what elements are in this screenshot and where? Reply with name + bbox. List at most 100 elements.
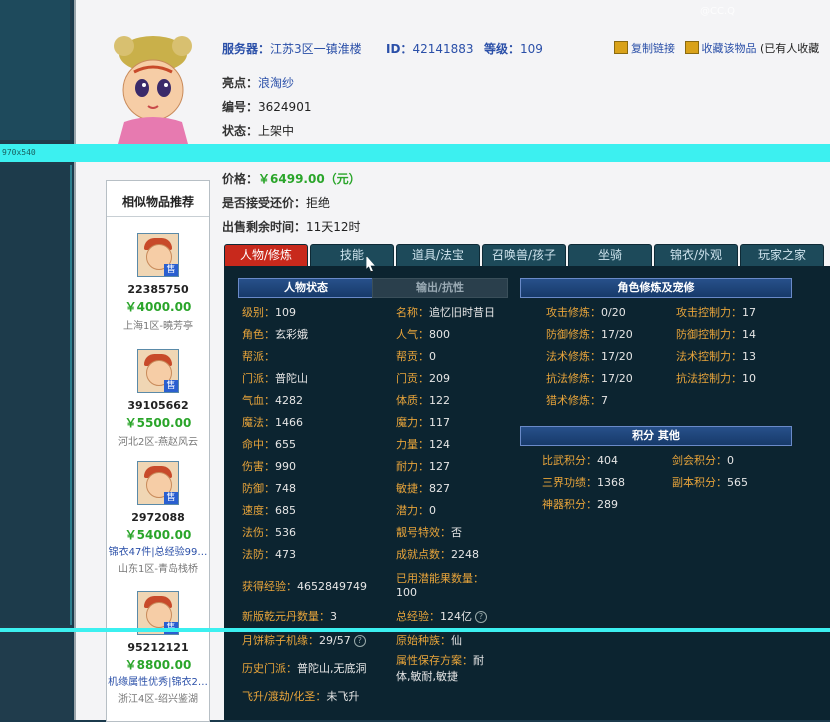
char-status-header[interactable]: 人物状态 bbox=[238, 278, 374, 298]
stat-value: 655 bbox=[275, 438, 296, 451]
stat-value: 追忆旧时昔日 bbox=[429, 306, 495, 319]
stat-row: 抗法控制力：10 bbox=[676, 370, 756, 386]
help-icon[interactable]: ? bbox=[353, 635, 366, 647]
stat-label: 速度： bbox=[242, 504, 275, 517]
history-row: 历史门派：普陀山,无底洞 bbox=[242, 662, 367, 675]
tab-home[interactable]: 玩家之家 bbox=[740, 244, 824, 267]
stat-row: 气血：4282 bbox=[242, 392, 303, 408]
stat-value: 124 bbox=[429, 438, 450, 451]
tab-skills[interactable]: 技能 bbox=[310, 244, 394, 267]
similar-item-extra[interactable]: 机缘属性优秀|锦衣2… bbox=[107, 673, 209, 688]
stat-value: 14 bbox=[742, 328, 756, 341]
stat-row: 法术控制力：13 bbox=[676, 348, 756, 364]
stat-value: 17/20 bbox=[601, 350, 633, 363]
stat-label: 敏捷： bbox=[396, 482, 429, 495]
exp-row: 获得经验：4652849749 bbox=[242, 580, 367, 593]
stat-label: 耐力： bbox=[396, 460, 429, 473]
stat-row: 伤害：990 bbox=[242, 458, 296, 474]
stat-row: 力量：124 bbox=[396, 436, 450, 452]
stat-value: 289 bbox=[597, 498, 618, 511]
stat-row: 速度：685 bbox=[242, 502, 296, 518]
stat-value: 17 bbox=[742, 306, 756, 319]
stat-label: 魔力： bbox=[396, 416, 429, 429]
stat-value: 122 bbox=[429, 394, 450, 407]
stat-value: 13 bbox=[742, 350, 756, 363]
similar-item[interactable]: 售 95212121 ￥8800.00 机缘属性优秀|锦衣2… 浙江4区-绍兴鉴… bbox=[107, 591, 209, 705]
sidebar-title: 相似物品推荐 bbox=[107, 181, 209, 217]
stat-value: 827 bbox=[429, 482, 450, 495]
status-value: 上架中 bbox=[258, 124, 295, 138]
stat-value: 404 bbox=[597, 454, 618, 467]
stat-row: 猎术修炼：7 bbox=[546, 392, 608, 408]
stat-value: 17/20 bbox=[601, 328, 633, 341]
bargain-label: 是否接受还价： bbox=[222, 196, 307, 210]
stat-label: 法术控制力： bbox=[676, 350, 742, 363]
stat-row: 三界功绩：1368 bbox=[542, 474, 625, 490]
highlight-value[interactable]: 浪淘纱 bbox=[258, 76, 294, 90]
similar-item[interactable]: 售 2972088 ￥5400.00 锦衣47件|总经验99… 山东1区-青岛栈… bbox=[107, 461, 209, 575]
stat-value: 0 bbox=[727, 454, 734, 467]
stat-value: 800 bbox=[429, 328, 450, 341]
tab-mounts[interactable]: 坐骑 bbox=[568, 244, 652, 267]
stat-value: 1368 bbox=[597, 476, 625, 489]
tab-character[interactable]: 人物/修炼 bbox=[224, 244, 308, 267]
similar-item[interactable]: 售 22385750 ￥4000.00 上海1区-曉芳亭 bbox=[107, 233, 209, 332]
stat-row: 级别：109 bbox=[242, 304, 296, 320]
level-label: 等级： bbox=[484, 42, 521, 56]
stat-label: 气血： bbox=[242, 394, 275, 407]
stat-label: 门派： bbox=[242, 372, 275, 385]
similar-items-sidebar: 相似物品推荐 售 22385750 ￥4000.00 上海1区-曉芳亭 售 39… bbox=[106, 180, 210, 722]
stat-value: 0 bbox=[429, 504, 436, 517]
stat-label: 法伤： bbox=[242, 526, 275, 539]
similar-item[interactable]: 售 39105662 ￥5500.00 河北2区-燕赵风云 bbox=[107, 349, 209, 448]
stat-label: 体质： bbox=[396, 394, 429, 407]
stat-value: 473 bbox=[275, 548, 296, 561]
stat-value: 否 bbox=[451, 526, 462, 539]
similar-item-server: 山东1区-青岛栈桥 bbox=[118, 564, 198, 575]
stat-label: 帮派： bbox=[242, 350, 275, 363]
header-actions: 复制链接 收藏该物品 (已有人收藏 bbox=[614, 40, 819, 56]
stat-label: 攻击修炼： bbox=[546, 306, 601, 319]
server-value[interactable]: 江苏3区一镇淮楼 bbox=[270, 42, 362, 56]
similar-item-thumbnail[interactable]: 售 bbox=[137, 349, 179, 393]
stat-label: 魔法： bbox=[242, 416, 275, 429]
favorite-count: (已有人收藏 bbox=[760, 42, 820, 55]
stat-value: 0/20 bbox=[601, 306, 626, 319]
copy-link-button[interactable]: 复制链接 bbox=[631, 42, 675, 55]
stat-row: 角色：玄彩娥 bbox=[242, 326, 308, 342]
tab-items[interactable]: 道具/法宝 bbox=[396, 244, 480, 267]
favorite-button[interactable]: 收藏该物品 bbox=[702, 42, 757, 55]
similar-item-server: 上海1区-曉芳亭 bbox=[123, 321, 193, 332]
stat-label: 角色： bbox=[242, 328, 275, 341]
bargain-value: 拒绝 bbox=[306, 196, 331, 210]
status-row: 状态：上架中 bbox=[222, 122, 294, 139]
stat-row: 法伤：536 bbox=[242, 524, 296, 540]
tab-outfits[interactable]: 锦衣/外观 bbox=[654, 244, 738, 267]
similar-item-extra[interactable]: 锦衣47件|总经验99… bbox=[107, 543, 209, 558]
similar-item-price: ￥8800.00 bbox=[124, 658, 192, 672]
stat-value: 127 bbox=[429, 460, 450, 473]
stat-value: 685 bbox=[275, 504, 296, 517]
similar-item-thumbnail[interactable]: 售 bbox=[137, 233, 179, 277]
id-label: ID： bbox=[386, 42, 413, 56]
stat-row: 魔力：117 bbox=[396, 414, 450, 430]
price-row: 价格：￥6499.00（元） bbox=[222, 170, 361, 187]
server-label: 服务器： bbox=[222, 42, 271, 56]
level-value: 109 bbox=[520, 42, 543, 56]
stat-value: 2248 bbox=[451, 548, 479, 561]
attr-row: 属性保存方案：耐体,敏耐,敏捷 bbox=[396, 654, 484, 683]
stat-value: 10 bbox=[742, 372, 756, 385]
stat-row: 门派：普陀山 bbox=[242, 370, 308, 386]
help-icon[interactable]: ? bbox=[475, 611, 487, 623]
resist-header[interactable]: 输出/抗性 bbox=[372, 278, 508, 298]
stat-label: 副本积分： bbox=[672, 476, 727, 489]
tab-pets[interactable]: 召唤兽/孩子 bbox=[482, 244, 566, 267]
stat-row: 耐力：127 bbox=[396, 458, 450, 474]
stat-row: 帮贡：0 bbox=[396, 348, 436, 364]
character-avatar bbox=[114, 36, 192, 144]
header-bar: 服务器：江苏3区一镇淮楼 ID：42141883 等级：109 复制链接 收藏该… bbox=[222, 40, 830, 56]
similar-item-thumbnail[interactable]: 售 bbox=[137, 461, 179, 505]
stat-row: 防御控制力：14 bbox=[676, 326, 756, 342]
overlay-line bbox=[0, 628, 830, 632]
left-strip-lower bbox=[0, 165, 72, 625]
